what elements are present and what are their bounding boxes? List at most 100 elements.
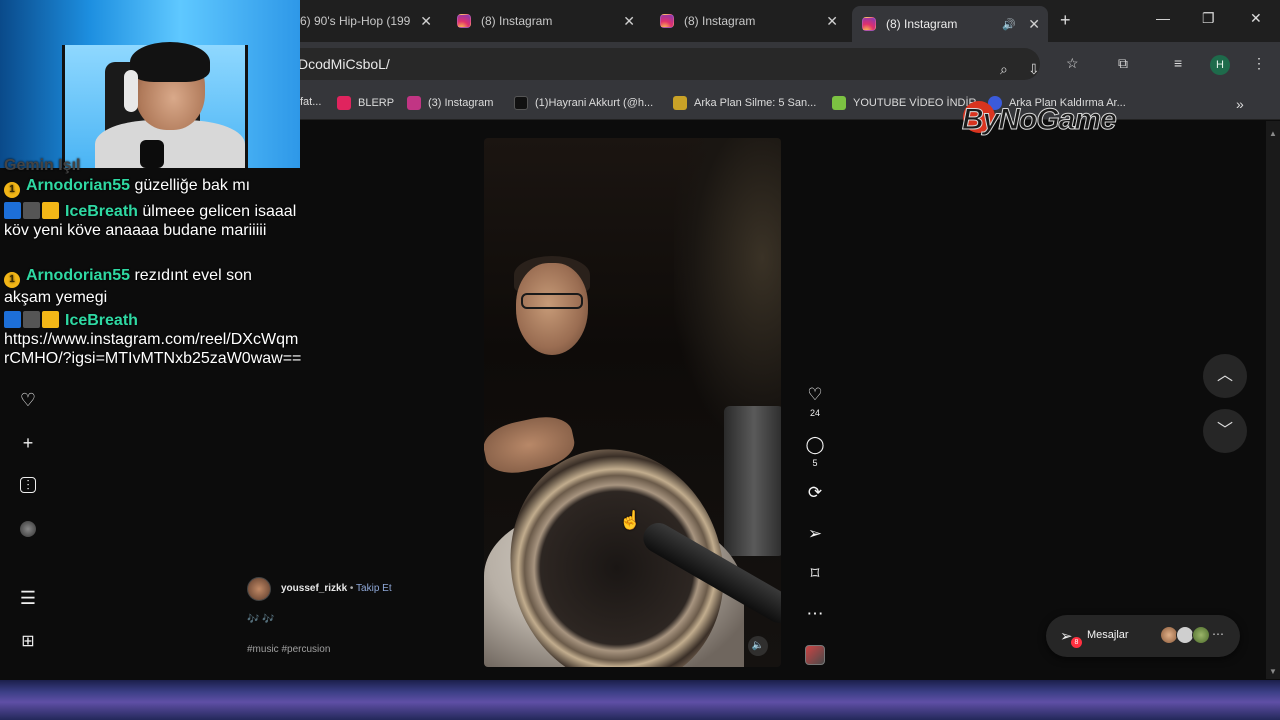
create-icon[interactable]: + xyxy=(18,433,38,453)
comment-icon[interactable]: ◯ xyxy=(804,434,826,456)
media-control-icon[interactable]: ≡ xyxy=(1174,55,1182,71)
author-line: youssef_rizkk • Takip Et xyxy=(281,583,392,594)
tab-close-icon[interactable]: ✕ xyxy=(1028,16,1040,33)
layers-icon xyxy=(673,96,687,110)
audio-thumbnail[interactable] xyxy=(805,645,825,665)
scroll-down-arrow-icon[interactable]: ▼ xyxy=(1269,667,1277,676)
bookmark-item[interactable]: BLERP xyxy=(337,96,394,110)
desktop-wallpaper-strip xyxy=(0,680,1280,720)
like-heart-icon[interactable]: ♡ xyxy=(804,384,826,406)
webcam-hair xyxy=(130,42,210,82)
share-icon[interactable]: ➢ xyxy=(804,523,826,545)
bookmark-label: YOUTUBE VİDEO İNDİR xyxy=(853,97,977,109)
instagram-favicon-icon xyxy=(862,17,876,31)
like-count: 24 xyxy=(809,408,820,418)
tab-instagram-2[interactable]: (8) Instagram ✕ xyxy=(650,6,846,36)
bookmark-star-icon[interactable]: ☆ xyxy=(1066,55,1079,72)
more-apps-icon[interactable]: ⊞ xyxy=(18,632,38,652)
caption-emoji: 🎶 🎶 xyxy=(247,614,275,625)
chat-line: IceBreath ülmeee gelicen isaaal köv yeni… xyxy=(4,202,302,240)
previous-reel-button[interactable]: ︿ xyxy=(1203,354,1247,398)
video-speaker xyxy=(724,406,781,556)
bookmark-label: (1)Hayrani Akkurt (@h... xyxy=(535,97,654,109)
tab-close-icon[interactable]: ✕ xyxy=(623,13,635,30)
tiktok-icon xyxy=(514,96,528,110)
messages-button[interactable]: ➢ 8 Mesajlar ⋯ xyxy=(1046,615,1240,657)
chart-badge-icon xyxy=(4,202,21,219)
instagram-icon xyxy=(407,96,421,110)
bookmark-label: (3) Instagram xyxy=(428,97,494,109)
reel-video[interactable] xyxy=(484,138,781,667)
zoom-icon[interactable]: ⌕ xyxy=(1000,61,1008,78)
tab-close-icon[interactable]: ✕ xyxy=(826,13,838,30)
tab-label: (8) Instagram xyxy=(886,17,958,31)
tab-close-icon[interactable]: ✕ xyxy=(420,13,432,30)
profile-avatar[interactable]: H xyxy=(1210,55,1230,75)
instagram-favicon-icon xyxy=(660,14,674,28)
author-username[interactable]: youssef_rizkk xyxy=(281,583,347,594)
chat-username: Arnodorian55 xyxy=(26,177,131,194)
chat-message: güzelliğe bak mı xyxy=(134,177,251,194)
bookmark-label: BLERP xyxy=(358,97,395,109)
install-icon[interactable]: ⇩ xyxy=(1028,61,1040,78)
messages-label: Mesajlar xyxy=(1087,629,1129,641)
browser-menu-icon[interactable]: ⋮ xyxy=(1252,55,1266,72)
chat-line: IceBreath https://www.instagram.com/reel/… xyxy=(4,311,302,368)
bookmark-label: fat... xyxy=(300,96,322,108)
chat-username: IceBreath xyxy=(65,312,138,329)
bookmark-item[interactable]: (3) Instagram xyxy=(407,96,493,110)
crown-badge-icon xyxy=(42,311,59,328)
new-tab-button[interactable]: + xyxy=(1060,10,1071,31)
bookmark-item[interactable]: Arka Plan Silme: 5 San... xyxy=(673,96,816,110)
tab-label: (8) Instagram xyxy=(481,14,553,28)
tab-hiphop[interactable]: 6) 90's Hip-Hop (199 ✕ xyxy=(290,6,440,36)
screen: 6) 90's Hip-Hop (199 ✕ (8) Instagram ✕ (… xyxy=(0,0,1280,720)
chart-badge-icon xyxy=(4,311,21,328)
address-url: DcodMiCsboL/ xyxy=(298,56,390,72)
scroll-up-arrow-icon[interactable]: ▲ xyxy=(1269,129,1277,138)
next-reel-button[interactable]: ﹀ xyxy=(1203,409,1247,453)
caption-hashtags[interactable]: #music #percusion xyxy=(247,644,330,655)
heart-icon[interactable]: ♡ xyxy=(18,390,38,410)
blerp-icon xyxy=(337,96,351,110)
insights-icon[interactable]: ⫶ xyxy=(20,477,36,493)
chat-username: IceBreath xyxy=(65,203,138,220)
crown-badge-icon xyxy=(42,202,59,219)
tab-audio-icon[interactable]: 🔊 xyxy=(1002,18,1016,31)
chat-line: 1 Arnodorian55 rezıdınt evel son akşam ye… xyxy=(4,266,302,307)
save-bookmark-icon[interactable]: ⌑ xyxy=(804,563,826,585)
more-dots-icon: ⋯ xyxy=(1212,627,1224,641)
follow-button[interactable]: Takip Et xyxy=(356,583,392,594)
volume-icon[interactable]: 🔈 xyxy=(748,636,768,656)
comment-count: 5 xyxy=(812,458,818,468)
image-badge-icon xyxy=(23,311,40,328)
image-badge-icon xyxy=(23,202,40,219)
chat-line: 1 Arnodorian55 güzelliğe bak mı xyxy=(4,176,302,198)
bookmark-item[interactable]: fat... xyxy=(300,96,321,108)
download-arrow-icon xyxy=(832,96,846,110)
video-performer-glasses xyxy=(521,293,583,309)
bookmark-item[interactable]: YOUTUBE VİDEO İNDİR xyxy=(832,96,976,110)
extensions-icon[interactable]: ⧉ xyxy=(1118,55,1128,72)
author-separator: • xyxy=(347,583,357,594)
message-avatar xyxy=(1192,626,1210,644)
window-close-button[interactable]: ✕ xyxy=(1250,10,1262,27)
bookmarks-overflow-button[interactable]: » xyxy=(1236,96,1244,112)
author-avatar[interactable] xyxy=(247,577,271,601)
tab-instagram-active[interactable]: (8) Instagram 🔊 ✕ xyxy=(852,6,1048,42)
messages-badge: 8 xyxy=(1071,637,1082,648)
webcam-headphones xyxy=(124,70,138,112)
address-bar[interactable]: DcodMiCsboL/ ⌕ ⇩ xyxy=(280,48,1040,80)
more-options-icon[interactable]: ⋯ xyxy=(804,603,826,625)
bookmark-item[interactable]: (1)Hayrani Akkurt (@h... xyxy=(514,96,653,110)
video-palm-background xyxy=(674,138,781,438)
maximize-button[interactable]: ❐ xyxy=(1202,10,1215,27)
profile-icon[interactable] xyxy=(20,521,36,537)
page-scrollbar[interactable]: ▲ ▼ xyxy=(1266,121,1280,679)
minimize-button[interactable]: — xyxy=(1156,10,1170,26)
chat-partial-text: Gemin Işıl xyxy=(4,157,81,174)
tab-instagram-1[interactable]: (8) Instagram ✕ xyxy=(447,6,643,36)
streamer-webcam xyxy=(0,0,300,168)
repost-icon[interactable]: ⟳ xyxy=(804,482,826,504)
menu-icon[interactable]: ☰ xyxy=(18,588,38,608)
